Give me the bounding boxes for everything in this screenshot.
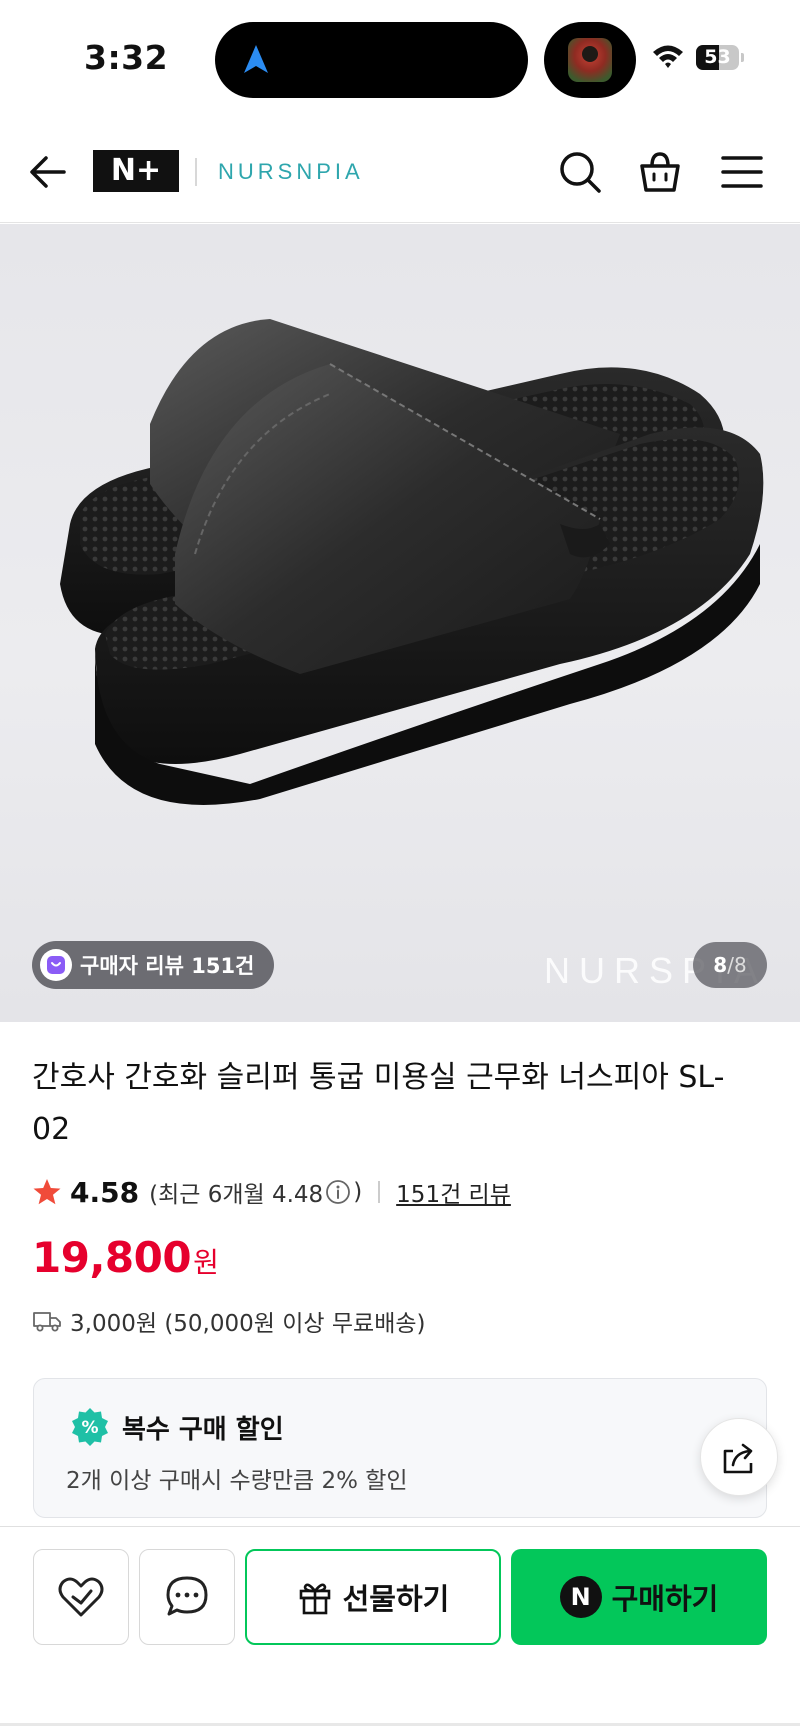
- current-page: 8: [713, 953, 728, 977]
- shopping-bag-icon[interactable]: [638, 150, 682, 194]
- product-photo: [60, 319, 764, 805]
- buy-button-label: 구매하기: [611, 1582, 719, 1616]
- status-time: 3:32: [84, 38, 169, 77]
- gift-icon: [299, 1583, 330, 1615]
- recent-rating-close: ): [353, 1179, 363, 1205]
- back-icon[interactable]: [28, 152, 68, 192]
- heart-icon: [58, 1577, 104, 1617]
- discount-badge-text: %: [81, 1418, 98, 1438]
- search-icon[interactable]: [558, 150, 602, 194]
- image-page-counter: 8/8: [693, 942, 767, 988]
- bottom-divider: [0, 1723, 800, 1726]
- share-icon: [723, 1443, 753, 1474]
- bulk-discount-box[interactable]: % 복수 구매 할인 2개 이상 구매시 수량만큼 2% 할인: [33, 1378, 767, 1518]
- chat-bubble-icon: [166, 1576, 208, 1616]
- wifi-icon: [653, 45, 683, 68]
- star-icon: [33, 1179, 61, 1205]
- discount-description: 2개 이상 구매시 수량만큼 2% 할인: [66, 1468, 408, 1494]
- npay-logo-icon: N: [559, 1576, 602, 1618]
- rating-divider: [378, 1181, 381, 1203]
- battery-percent: 53: [704, 46, 731, 68]
- recent-rating-text: (최근 6개월 4.48: [149, 1182, 324, 1208]
- status-bar: 3:32 53: [0, 0, 800, 118]
- nplus-logo[interactable]: N+: [93, 150, 179, 192]
- delivery-truck-icon: [33, 1312, 61, 1332]
- dynamic-island-media: [544, 22, 636, 98]
- discount-percent-icon: %: [72, 1408, 108, 1446]
- price: 19,800 원: [32, 1233, 219, 1282]
- media-thumbnail: [568, 38, 612, 82]
- battery-indicator: 53: [696, 45, 744, 70]
- brand-name[interactable]: NURSNPIA: [218, 158, 364, 186]
- dynamic-island: [215, 22, 528, 98]
- price-amount: 19,800: [32, 1233, 192, 1282]
- header-divider: [195, 158, 197, 186]
- talk-talk-button[interactable]: [139, 1549, 235, 1645]
- rating-row: 4.58 (최근 6개월 4.48 ) 151건 리뷰: [32, 1170, 511, 1214]
- buyer-review-chip[interactable]: 구매자 리뷰 151건: [32, 941, 275, 989]
- header: N+ NURSNPIA: [0, 118, 800, 223]
- info-icon[interactable]: [325, 1179, 351, 1205]
- recent-rating: (최근 6개월 4.48 ): [149, 1175, 362, 1209]
- gift-button[interactable]: 선물하기: [245, 1549, 501, 1645]
- like-button[interactable]: [33, 1549, 129, 1645]
- review-count-link[interactable]: 151건 리뷰: [396, 1175, 511, 1209]
- total-pages: 8: [733, 953, 747, 977]
- buy-button[interactable]: N 구매하기: [511, 1549, 767, 1645]
- delivery-info: 3,000원 (50,000원 이상 무료배송): [32, 1303, 425, 1339]
- page-separator: /: [727, 953, 734, 977]
- share-button[interactable]: [700, 1418, 778, 1496]
- review-bag-icon: [40, 949, 72, 981]
- gift-button-label: 선물하기: [342, 1582, 450, 1616]
- navigation-arrow-icon: [244, 45, 268, 73]
- bottom-action-bar: 선물하기 N 구매하기: [0, 1526, 800, 1735]
- nplus-logo-text: N+: [110, 153, 162, 188]
- delivery-text: 3,000원 (50,000원 이상 무료배송): [70, 1311, 426, 1337]
- price-unit: 원: [193, 1246, 219, 1279]
- menu-icon[interactable]: [720, 152, 764, 192]
- discount-title: 복수 구매 할인: [122, 1415, 284, 1445]
- product-image-gallery[interactable]: 구매자 리뷰 151건 NURSPIA 8/8: [0, 224, 800, 1022]
- review-chip-label: 구매자 리뷰 151건: [80, 954, 255, 978]
- rating-value: 4.58: [70, 1175, 140, 1209]
- product-title: 간호사 간호화 슬리퍼 통굽 미용실 근무화 너스피아 SL-02: [32, 1060, 725, 1147]
